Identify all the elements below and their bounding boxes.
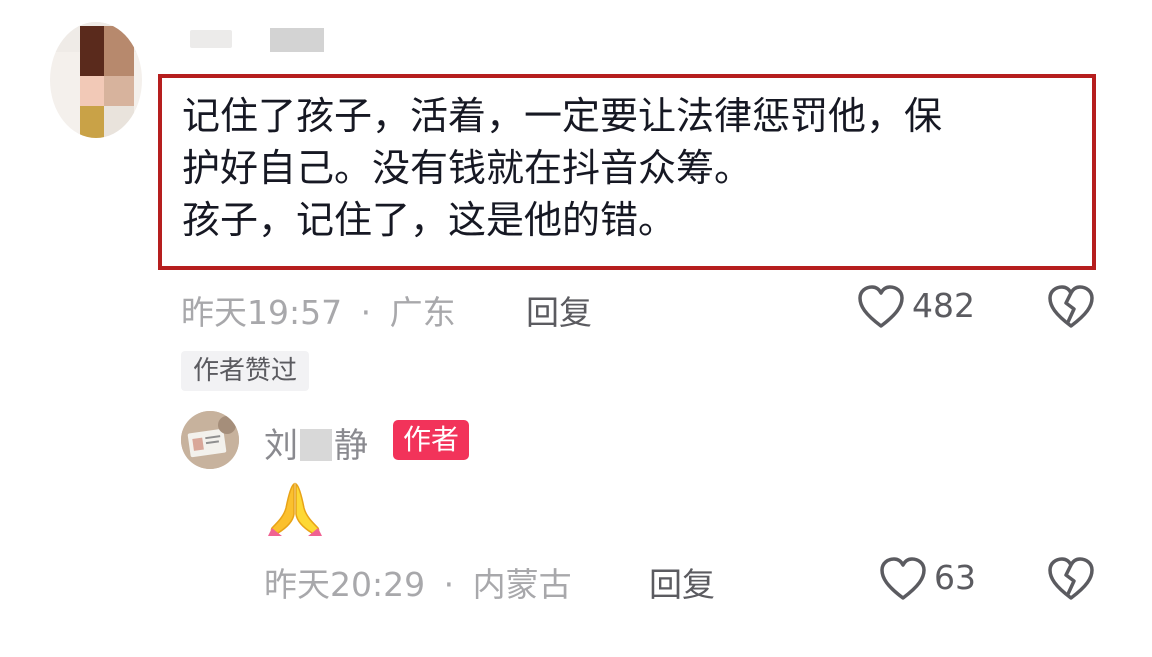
- comment-meta: 昨天19:57 · 广东: [181, 286, 456, 334]
- reply-time: 昨天20:29: [264, 565, 426, 604]
- meta-separator: ·: [360, 293, 372, 332]
- meta-separator: ·: [443, 565, 455, 604]
- author-avatar[interactable]: [181, 411, 239, 469]
- like-count: 482: [912, 286, 975, 325]
- comment-location: 广东: [389, 293, 456, 332]
- comment-line: 记住了孩子，活着，一定要让法律惩罚他，保: [182, 94, 943, 138]
- commenter-avatar[interactable]: [50, 22, 142, 138]
- pray-emoji-icon: [264, 478, 326, 540]
- broken-heart-icon[interactable]: [1047, 556, 1095, 602]
- heart-outline-icon[interactable]: [879, 556, 927, 602]
- reply-button[interactable]: 回复: [526, 286, 592, 334]
- reply-meta: 昨天20:29 · 内蒙古: [264, 558, 572, 606]
- reply-button[interactable]: 回复: [649, 558, 715, 606]
- author-name[interactable]: 刘静: [264, 418, 368, 467]
- comment-line: 孩子，记住了，这是他的错。: [182, 198, 677, 242]
- commenter-name-blurred[interactable]: [270, 28, 324, 52]
- comment-line: 护好自己。没有钱就在抖音众筹。: [182, 146, 753, 190]
- commenter-name-blurred[interactable]: [190, 30, 232, 48]
- author-badge: 作者: [393, 420, 470, 460]
- comment-text: 记住了孩子，活着，一定要让法律惩罚他，保 护好自己。没有钱就在抖音众筹。 孩子，…: [182, 90, 1092, 246]
- comment-time: 昨天19:57: [181, 293, 343, 332]
- reply-location: 内蒙古: [472, 565, 572, 604]
- name-blurred: [300, 429, 332, 461]
- broken-heart-icon[interactable]: [1047, 284, 1095, 330]
- heart-outline-icon[interactable]: [857, 284, 905, 330]
- like-count: 63: [934, 558, 976, 597]
- author-name-first: 刘: [264, 426, 298, 466]
- author-name-last: 静: [334, 426, 368, 466]
- author-liked-tag: 作者赞过: [181, 351, 310, 391]
